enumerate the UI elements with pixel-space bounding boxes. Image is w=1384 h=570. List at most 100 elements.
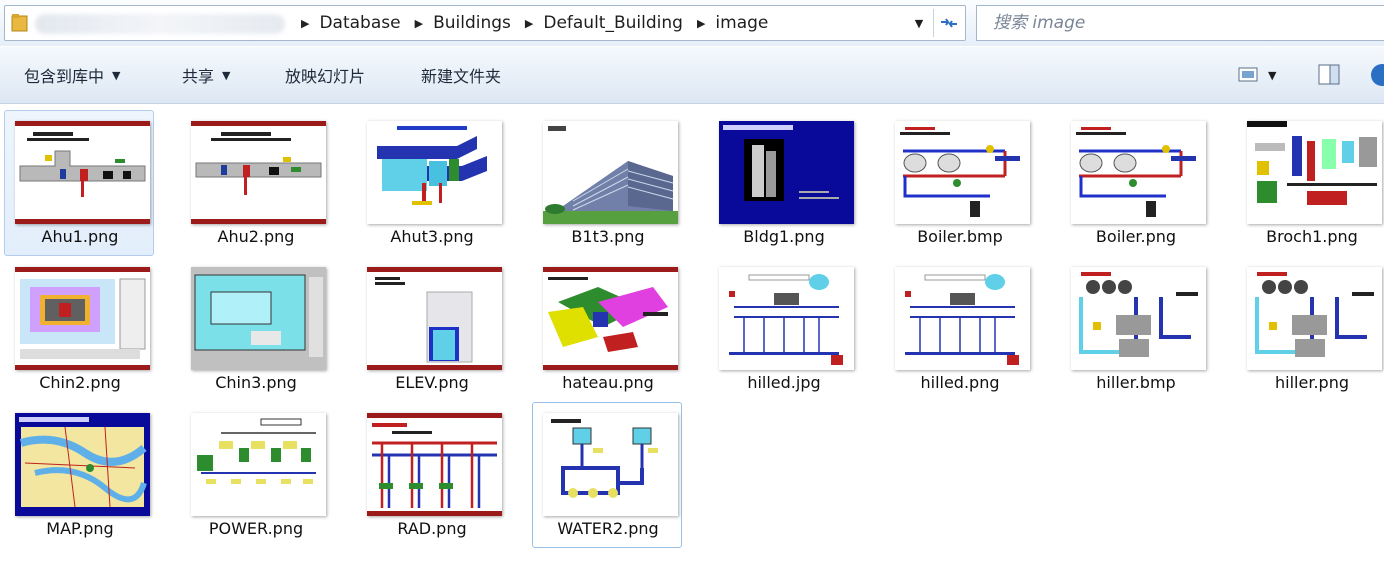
file-name-label: Broch1.png	[1266, 227, 1358, 246]
file-name-label: ELEV.png	[395, 373, 469, 392]
folder-icon	[11, 13, 29, 37]
file-item[interactable]: hilled.png	[884, 256, 1034, 402]
file-thumbnail	[1071, 121, 1206, 224]
file-name-label: B1t3.png	[571, 227, 645, 246]
file-name-label: hilled.jpg	[747, 373, 821, 392]
file-item[interactable]: hiller.bmp	[1060, 256, 1210, 402]
chevron-down-icon: ▼	[222, 68, 231, 82]
file-name-label: Boiler.bmp	[917, 227, 1003, 246]
slideshow-label: 放映幻灯片	[285, 67, 366, 86]
file-name-label: WATER2.png	[557, 519, 659, 538]
file-item[interactable]: POWER.png	[180, 402, 330, 548]
file-item[interactable]: ELEV.png	[356, 256, 506, 402]
new-folder-button[interactable]: 新建文件夹	[421, 47, 501, 103]
search-input[interactable]	[991, 6, 1375, 40]
breadcrumb-item-database[interactable]: ▶ Database	[301, 13, 401, 33]
breadcrumb-label: image	[715, 13, 769, 33]
file-name-label: Ahu1.png	[41, 227, 119, 246]
address-bar[interactable]: ▶ Database ▶ Buildings ▶ Default_Building ▶…	[4, 5, 966, 41]
file-item[interactable]: Ahu2.png	[180, 110, 330, 256]
breadcrumb-label: Buildings	[433, 13, 511, 33]
share-button[interactable]: 共享 ▼	[182, 47, 230, 103]
file-thumbnail	[15, 267, 150, 370]
file-name-label: hateau.png	[562, 373, 654, 392]
file-item[interactable]: RAD.png	[356, 402, 506, 548]
chevron-right-icon[interactable]: ▶	[697, 17, 705, 30]
chevron-down-icon: ▼	[914, 16, 924, 30]
file-thumbnail	[719, 121, 854, 224]
new-folder-label: 新建文件夹	[421, 67, 502, 86]
chevron-right-icon[interactable]: ▶	[415, 17, 423, 30]
file-name-label: MAP.png	[46, 519, 114, 538]
file-item[interactable]: MAP.png	[4, 402, 154, 548]
breadcrumb-label: Default_Building	[543, 13, 683, 33]
file-item[interactable]: Bldg1.png	[708, 110, 858, 256]
slideshow-button[interactable]: 放映幻灯片	[285, 47, 365, 103]
preview-pane-button[interactable]	[1318, 61, 1342, 89]
file-item[interactable]: Ahu1.png	[4, 110, 154, 256]
file-thumbnail	[895, 121, 1030, 224]
file-thumbnail	[15, 121, 150, 224]
file-name-label: Boiler.png	[1095, 227, 1177, 246]
file-item[interactable]: WATER2.png	[532, 402, 682, 548]
include-in-library-button[interactable]: 包含到库中 ▼	[24, 47, 120, 103]
breadcrumb-item-image[interactable]: ▶ image	[697, 13, 768, 33]
chevron-down-icon: ▼	[112, 68, 121, 82]
breadcrumb-label: Database	[319, 13, 401, 33]
file-item[interactable]: Chin2.png	[4, 256, 154, 402]
command-bar: 包含到库中 ▼ 共享 ▼ 放映幻灯片 新建文件夹 ▼	[0, 47, 1384, 104]
file-grid: Ahu1.png Ahu2.png Ahut3.png B1t3.png Bldg1.p…	[0, 104, 1384, 570]
file-name-label: Ahut3.png	[390, 227, 474, 246]
file-name-label: Ahu2.png	[217, 227, 295, 246]
file-item[interactable]: hiller.png	[1236, 256, 1384, 402]
file-thumbnail	[191, 267, 326, 370]
file-name-label: Bldg1.png	[743, 227, 825, 246]
file-thumbnail	[543, 267, 678, 370]
breadcrumb-item-default-building[interactable]: ▶ Default_Building	[525, 13, 683, 33]
file-name-label: hiller.bmp	[1096, 373, 1176, 392]
file-name-label: POWER.png	[208, 519, 304, 538]
chevron-right-icon[interactable]: ▶	[525, 17, 533, 30]
file-thumbnail	[367, 267, 502, 370]
file-item[interactable]: Boiler.bmp	[884, 110, 1034, 256]
file-item[interactable]: Boiler.png	[1060, 110, 1210, 256]
file-thumbnail	[191, 121, 326, 224]
blurred-path-segment	[35, 14, 285, 34]
address-history-dropdown[interactable]: ▼	[909, 6, 929, 40]
file-item[interactable]: Ahut3.png	[356, 110, 506, 256]
file-thumbnail	[543, 121, 678, 224]
file-name-label: Chin3.png	[215, 373, 297, 392]
file-thumbnail	[1247, 267, 1382, 370]
refresh-icon	[941, 18, 957, 28]
file-item[interactable]: Broch1.png	[1236, 110, 1384, 256]
file-item[interactable]: B1t3.png	[532, 110, 682, 256]
file-thumbnail	[719, 267, 854, 370]
file-thumbnail	[367, 413, 502, 516]
share-label: 共享	[182, 67, 215, 86]
breadcrumb-item-buildings[interactable]: ▶ Buildings	[415, 13, 511, 33]
breadcrumb: ▶ Database ▶ Buildings ▶ Default_Building ▶…	[301, 6, 782, 40]
file-item[interactable]: hilled.jpg	[708, 256, 858, 402]
file-item[interactable]: hateau.png	[532, 256, 682, 402]
chevron-right-icon[interactable]: ▶	[301, 17, 309, 30]
include-in-library-label: 包含到库中	[24, 67, 105, 86]
file-thumbnail	[895, 267, 1030, 370]
file-thumbnail	[15, 413, 150, 516]
preview-pane-icon	[1318, 64, 1340, 85]
change-view-button[interactable]: ▼	[1238, 61, 1276, 89]
file-item[interactable]: Chin3.png	[180, 256, 330, 402]
file-thumbnail	[367, 121, 502, 224]
file-thumbnail	[1071, 267, 1206, 370]
refresh-button[interactable]	[933, 9, 964, 37]
file-name-label: hiller.png	[1275, 373, 1349, 392]
file-name-label: hilled.png	[920, 373, 1000, 392]
file-thumbnail	[543, 413, 678, 516]
file-name-label: Chin2.png	[39, 373, 121, 392]
file-thumbnail	[191, 413, 326, 516]
address-bar-area: ▶ Database ▶ Buildings ▶ Default_Building ▶…	[0, 0, 1384, 46]
view-options-icon	[1238, 67, 1258, 82]
help-button[interactable]	[1370, 61, 1384, 89]
file-thumbnail	[1247, 121, 1382, 224]
search-box[interactable]	[976, 5, 1384, 41]
chevron-down-icon: ▼	[1268, 68, 1277, 82]
